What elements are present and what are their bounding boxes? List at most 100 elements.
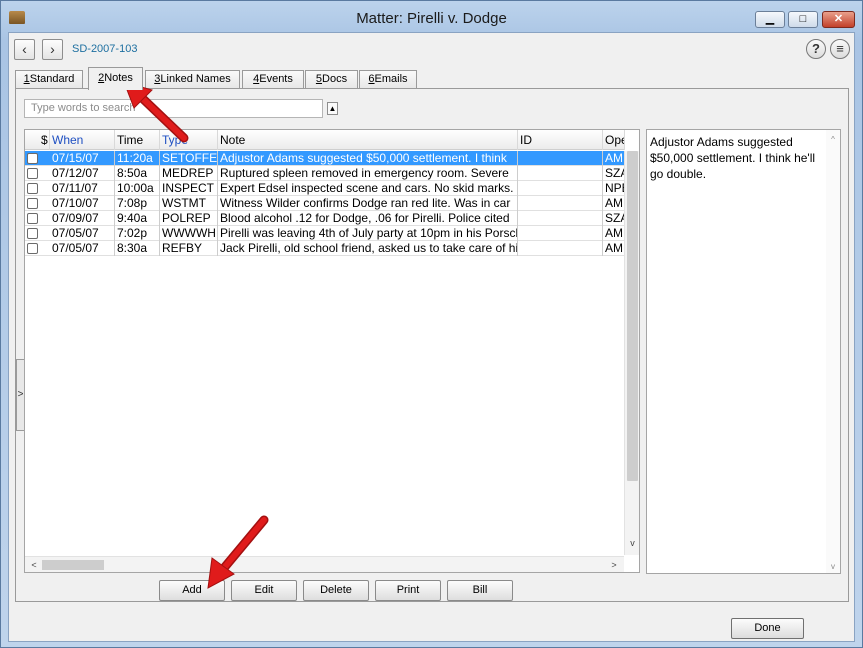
table-row[interactable]: 07/11/07 10:00a INSPECT Expert Edsel ins… [25, 181, 625, 196]
back-button[interactable]: ‹ [14, 39, 35, 60]
table-row[interactable]: 07/09/07 9:40a POLREP Blood alcohol .12 … [25, 211, 625, 226]
tab-docs[interactable]: 5Docs [305, 70, 358, 89]
table-row[interactable]: 07/15/07 11:20a SETOFFER Adjustor Adams … [25, 151, 625, 166]
note-preview-text: Adjustor Adams suggested $50,000 settlem… [650, 135, 816, 181]
notes-grid: $ When Time Type Note ID Ope 07/15/07 11… [24, 129, 640, 573]
row-checkbox[interactable] [27, 183, 38, 194]
tab-label: Emails [374, 73, 408, 85]
grid-vertical-scrollbar[interactable]: v [624, 151, 639, 555]
row-checkbox[interactable] [27, 243, 38, 254]
tab-label: Standard [29, 73, 75, 85]
cell-type: SETOFFER [162, 151, 218, 166]
column-note[interactable]: Note [218, 130, 518, 150]
cell-when: 07/05/07 [50, 241, 115, 256]
help-icon[interactable]: ? [806, 39, 826, 59]
matter-window: Matter: Pirelli v. Dodge ▁ □ ✕ ‹ › SD-20… [0, 0, 863, 648]
cell-note: Expert Edsel inspected scene and cars. N… [218, 181, 518, 196]
table-row[interactable]: 07/12/07 8:50a MEDREP Ruptured spleen re… [25, 166, 625, 181]
cell-operator: SZA [605, 166, 625, 180]
horizontal-scroll-thumb[interactable] [42, 560, 104, 570]
done-button[interactable]: Done [731, 618, 804, 639]
preview-scroll-up-arrow[interactable]: ^ [826, 132, 840, 148]
cell-id [518, 151, 603, 166]
row-checkbox[interactable] [27, 213, 38, 224]
search-input[interactable]: Type words to search [24, 99, 323, 118]
bill-button[interactable]: Bill [447, 580, 513, 601]
menu-icon[interactable]: ≡ [830, 39, 850, 59]
add-button[interactable]: Add [159, 580, 225, 601]
tab-emails[interactable]: 6Emails [359, 70, 417, 89]
grid-header: $ When Time Type Note ID Ope [25, 130, 625, 150]
row-checkbox[interactable] [27, 153, 38, 164]
print-button[interactable]: Print [375, 580, 441, 601]
cell-note: Adjustor Adams suggested $50,000 settlem… [218, 151, 518, 166]
column-type[interactable]: Type [160, 130, 218, 150]
collapse-search-button[interactable]: ▲ [327, 102, 338, 115]
scroll-left-arrow[interactable]: < [27, 558, 41, 572]
cell-note: Blood alcohol .12 for Dodge, .06 for Pir… [218, 211, 518, 226]
edit-button[interactable]: Edit [231, 580, 297, 601]
cell-time: 8:30a [115, 241, 160, 256]
cell-type: INSPECT [160, 181, 218, 196]
cell-type: REFBY [160, 241, 218, 256]
minimize-button[interactable]: ▁ [755, 11, 785, 28]
table-row[interactable]: 07/05/07 7:02p WWWWH Pirelli was leaving… [25, 226, 625, 241]
cell-type: MEDREP [160, 166, 218, 181]
cell-id [518, 226, 603, 241]
vertical-scroll-thumb[interactable] [627, 151, 638, 481]
table-row[interactable]: 07/05/07 8:30a REFBY Jack Pirelli, old s… [25, 241, 625, 256]
preview-scroll-down-arrow[interactable]: v [826, 559, 840, 575]
cell-id [518, 166, 603, 181]
row-checkbox[interactable] [27, 228, 38, 239]
table-row[interactable]: 07/10/07 7:08p WSTMT Witness Wilder conf… [25, 196, 625, 211]
tab-label: Events [259, 73, 293, 85]
cell-time: 9:40a [115, 211, 160, 226]
cell-when: 07/05/07 [50, 226, 115, 241]
cell-when: 07/12/07 [50, 166, 115, 181]
tab-label: Linked Names [160, 73, 231, 85]
column-operator[interactable]: Ope [603, 130, 625, 150]
cell-operator: AM [605, 196, 623, 210]
forward-button[interactable]: › [42, 39, 63, 60]
column-id[interactable]: ID [518, 130, 603, 150]
window-title: Matter: Pirelli v. Dodge [356, 10, 507, 27]
cell-time: 11:20a [115, 151, 160, 166]
maximize-button[interactable]: □ [788, 11, 818, 28]
cell-time: 7:08p [115, 196, 160, 211]
matter-id-link[interactable]: SD-2007-103 [72, 43, 137, 55]
column-when[interactable]: When [50, 130, 115, 150]
tab-events[interactable]: 4Events [242, 70, 304, 89]
scroll-right-arrow[interactable]: > [607, 558, 621, 572]
cell-operator: NPE [605, 181, 625, 195]
note-preview[interactable]: Adjustor Adams suggested $50,000 settlem… [646, 129, 841, 574]
cell-type: WSTMT [160, 196, 218, 211]
cell-time: 7:02p [115, 226, 160, 241]
row-checkbox[interactable] [27, 198, 38, 209]
close-button[interactable]: ✕ [822, 11, 855, 28]
tab-standard[interactable]: 1Standard [15, 70, 83, 89]
cell-type: POLREP [160, 211, 218, 226]
scroll-down-arrow[interactable]: v [626, 538, 639, 552]
cell-note: Pirelli was leaving 4th of July party at… [220, 226, 518, 241]
cell-when: 07/11/07 [50, 181, 115, 196]
cell-note: Witness Wilder confirms Dodge ran red li… [218, 196, 518, 211]
column-billable[interactable]: $ [39, 130, 50, 150]
cell-time: 10:00a [115, 181, 160, 196]
grid-horizontal-scrollbar[interactable]: < > [25, 556, 624, 572]
cell-note: Jack Pirelli, old school friend, asked u… [220, 241, 518, 256]
cell-operator: SZA [605, 211, 625, 225]
cell-id [518, 241, 603, 256]
cell-when: 07/09/07 [50, 211, 115, 226]
cell-when: 07/10/07 [50, 196, 115, 211]
tab-linked-names[interactable]: 3Linked Names [145, 70, 240, 89]
column-time[interactable]: Time [115, 130, 160, 150]
tab-notes[interactable]: 2Notes [88, 67, 143, 90]
row-checkbox[interactable] [27, 168, 38, 179]
cell-id [518, 196, 603, 211]
cell-type: WWWWH [160, 226, 218, 241]
preview-scrollbar[interactable]: ^ v [826, 130, 840, 573]
client-area: ‹ › SD-2007-103 ? ≡ 1Standard 2Notes 3Li… [8, 32, 855, 642]
tab-label: Docs [322, 73, 348, 85]
delete-button[interactable]: Delete [303, 580, 369, 601]
cell-id [518, 211, 603, 226]
